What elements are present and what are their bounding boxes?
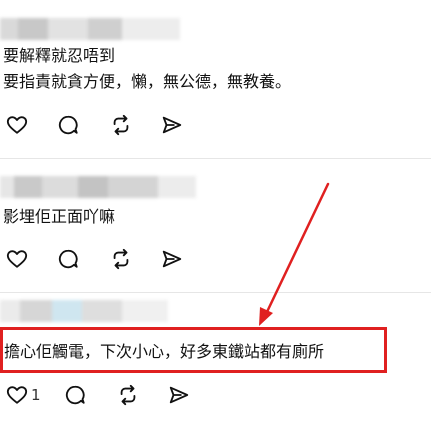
annotation-arrow <box>259 182 330 326</box>
